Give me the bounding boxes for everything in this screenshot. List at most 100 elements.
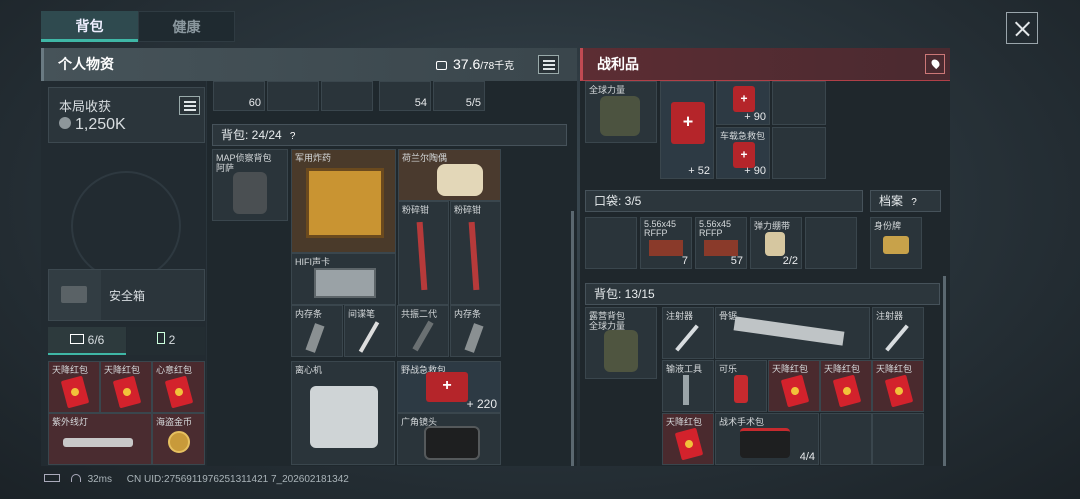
loot-backpack-item[interactable]: 天降红包: [662, 413, 714, 465]
close-button[interactable]: [1006, 12, 1038, 44]
loot-scrollbar[interactable]: [943, 276, 946, 466]
pocket-capacity-bar: 口袋: 3/5: [585, 190, 863, 212]
loot-backpack-item[interactable]: 注射器: [662, 307, 714, 359]
backpack-item[interactable]: 内存条: [291, 305, 343, 357]
loot-backpack-item[interactable]: 天降红包: [820, 360, 872, 412]
backpack-item[interactable]: MAP侦察背包 阿萨: [212, 149, 288, 221]
pocket-item[interactable]: 弹力绷带 2/2: [750, 217, 802, 269]
item-count: 57: [730, 255, 743, 267]
loot-backpack-item[interactable]: 骨锯: [715, 307, 870, 359]
item-name: 军用炸药: [295, 153, 332, 163]
personal-list-button[interactable]: [538, 55, 559, 74]
cola-can-icon: [734, 375, 748, 403]
safe-item[interactable]: 天降红包: [100, 361, 152, 413]
safe-box-panel[interactable]: 安全箱: [48, 269, 205, 321]
loot-backpack-item[interactable]: 注射器: [872, 307, 924, 359]
tab-backpack[interactable]: 背包: [41, 11, 138, 42]
loot-backpack-item[interactable]: 输液工具: [662, 360, 714, 412]
memory-stick-icon: [305, 323, 325, 353]
loot-backpack-item[interactable]: 战术手术包 4/4: [715, 413, 819, 465]
backpack-item[interactable]: 间谍笔: [344, 305, 396, 357]
iv-kit-icon: [683, 375, 689, 405]
backpack-item[interactable]: 野战急救包 + 220: [397, 361, 501, 413]
tab-health[interactable]: 健康: [138, 11, 235, 42]
safe-tab-items-count: 6/6: [87, 333, 105, 347]
backpack-capacity: 背包: 24/24: [221, 128, 282, 142]
equipment-slot[interactable]: 54: [379, 81, 431, 111]
backpack-item[interactable]: 离心机: [291, 361, 395, 465]
pocket-slot[interactable]: [585, 217, 637, 269]
bone-saw-icon: [733, 316, 845, 346]
help-icon[interactable]: ?: [907, 196, 921, 210]
resonator-icon: [412, 320, 434, 352]
loot-backpack-item[interactable]: 天降红包: [872, 360, 924, 412]
item-name: 天降红包: [824, 364, 861, 374]
backpack-item[interactable]: HIFI声卡: [291, 253, 396, 305]
item-count: 60: [248, 97, 261, 109]
archive-label: 档案: [879, 194, 904, 208]
equipment-slot[interactable]: 60: [213, 81, 265, 111]
safe-tab-other[interactable]: 2: [127, 327, 205, 355]
loot-item[interactable]: 全球力量: [585, 81, 657, 143]
item-name: 内存条: [295, 309, 323, 319]
pocket-item[interactable]: 5.56x45 RFFP 57: [695, 217, 747, 269]
red-envelope-icon: [164, 375, 194, 409]
item-name: 内存条: [454, 309, 482, 319]
backpack-item[interactable]: 共振二代: [397, 305, 449, 357]
memory-stick-icon: [464, 323, 484, 353]
backpack-item[interactable]: 粉碎钳: [398, 201, 449, 305]
equipment-slot[interactable]: 5/5: [433, 81, 485, 111]
item-name: 可乐: [719, 364, 738, 374]
item-name: 输液工具: [666, 364, 703, 374]
medkit-count: + 220: [466, 397, 497, 411]
backpack-scrollbar[interactable]: [571, 211, 574, 466]
loot-backpack-item[interactable]: 天降红包: [768, 360, 820, 412]
weight-value: 37.6: [453, 56, 481, 72]
equipment-slot[interactable]: [267, 81, 319, 111]
item-name: 天降红包: [104, 365, 141, 375]
backpack-icon: [233, 172, 267, 214]
income-value: 1,250K: [75, 116, 126, 133]
income-panel: 本局收获 1,250K: [48, 87, 205, 143]
location-pin-button[interactable]: [925, 54, 945, 74]
loot-backpack-item[interactable]: 露营背包 全球力量: [585, 307, 657, 379]
weight-icon: [436, 61, 447, 70]
equipment-slot[interactable]: [321, 81, 373, 111]
backpack-item[interactable]: 内存条: [450, 305, 501, 357]
loot-item[interactable]: + 52: [660, 81, 714, 179]
loot-item[interactable]: + 90: [716, 81, 770, 125]
pocket-item[interactable]: 5.56x45 RFFP 7: [640, 217, 692, 269]
loot-slot[interactable]: [772, 127, 826, 179]
item-name: 天降红包: [772, 364, 809, 374]
safe-item[interactable]: 天降红包: [48, 361, 100, 413]
loot-item[interactable]: 车载急救包 + 90: [716, 127, 770, 179]
red-envelope-icon: [780, 374, 810, 408]
loot-slot[interactable]: [820, 413, 872, 465]
safe-tab-items[interactable]: 6/6: [48, 327, 126, 355]
safe-item[interactable]: 心意红包: [152, 361, 205, 413]
safe-item[interactable]: 海盗金币: [152, 413, 205, 465]
red-envelope-icon: [884, 374, 914, 408]
item-name: 海盗金币: [156, 417, 193, 427]
loot-slot[interactable]: [872, 413, 924, 465]
backpack-item[interactable]: 粉碎钳: [450, 201, 501, 305]
item-name: 身份牌: [874, 221, 902, 231]
income-list-button[interactable]: [179, 96, 200, 115]
battery-icon: [156, 332, 165, 344]
backpack-item[interactable]: 广角镜头: [397, 413, 501, 465]
spy-pen-icon: [358, 321, 380, 353]
dog-tag-icon: [883, 236, 909, 254]
item-name: 粉碎钳: [402, 205, 430, 215]
sound-card-icon: [314, 268, 376, 298]
item-name: 注射器: [666, 311, 694, 321]
help-icon[interactable]: ?: [286, 130, 300, 144]
archive-item[interactable]: 身份牌: [870, 217, 922, 269]
bolt-cutter-icon: [468, 221, 480, 291]
backpack-item[interactable]: 荷兰尔陶偶: [398, 149, 501, 201]
pocket-slot[interactable]: [805, 217, 857, 269]
archive-bar[interactable]: 档案?: [870, 190, 941, 212]
backpack-item[interactable]: 军用炸药: [291, 149, 396, 253]
loot-backpack-item[interactable]: 可乐: [715, 360, 767, 412]
loot-slot[interactable]: [772, 81, 826, 125]
safe-item[interactable]: 紫外线灯: [48, 413, 152, 465]
